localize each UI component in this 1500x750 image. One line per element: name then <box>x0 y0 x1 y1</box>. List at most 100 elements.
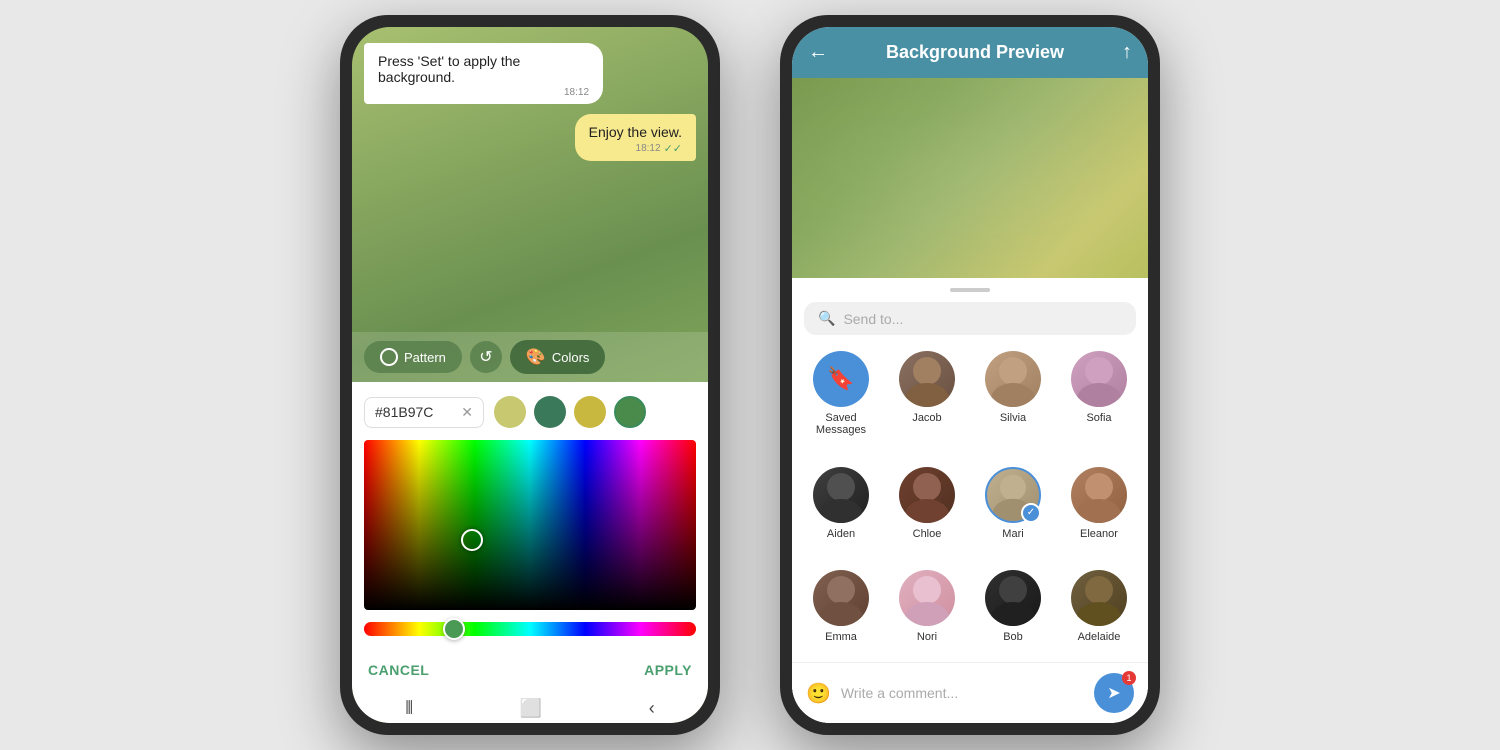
hue-slider[interactable] <box>364 622 696 636</box>
search-placeholder: Send to... <box>843 311 903 327</box>
share-button[interactable]: ↑ <box>1122 41 1132 64</box>
avatar-bob <box>985 570 1041 626</box>
check-mark-icon: ✓✓ <box>664 142 682 155</box>
avatar-wrap-sofia <box>1071 351 1127 407</box>
contact-name-emma: Emma <box>825 631 857 643</box>
swatch-4[interactable] <box>614 396 646 428</box>
hex-value: #81B97C <box>375 404 433 420</box>
preview-title: Background Preview <box>886 42 1064 63</box>
pattern-button[interactable]: Pattern <box>364 341 462 373</box>
contact-item-emma[interactable]: Emma <box>800 562 882 662</box>
avatar-wrap-bob <box>985 570 1041 626</box>
avatar-aiden <box>813 467 869 523</box>
contact-item-aiden[interactable]: Aiden <box>800 459 882 559</box>
pattern-icon <box>380 348 398 366</box>
bubble-received-text: Press 'Set' to apply the background. <box>378 53 520 85</box>
contact-item-adelaide[interactable]: Adelaide <box>1058 562 1140 662</box>
emoji-button[interactable]: 🙂 <box>806 681 831 706</box>
avatar-wrap-aiden <box>813 467 869 523</box>
avatar-wrap-mari: ✓ <box>985 467 1041 523</box>
avatar-wrap-chloe <box>899 467 955 523</box>
send-button[interactable]: ➤ 1 <box>1094 673 1134 713</box>
preset-swatches <box>494 396 646 428</box>
avatar-nori <box>899 570 955 626</box>
colors-button[interactable]: 🎨 Colors <box>510 340 606 374</box>
hex-clear-button[interactable]: ✕ <box>461 404 473 421</box>
colors-label: Colors <box>552 350 590 365</box>
contact-item-mari[interactable]: ✓ Mari <box>972 459 1054 559</box>
pattern-label: Pattern <box>404 350 446 365</box>
avatar-wrap-nori <box>899 570 955 626</box>
bubble-sent-time: 18:12 <box>636 143 661 154</box>
contact-name-bob: Bob <box>1003 631 1023 643</box>
contacts-grid: 🔖 Saved Messages Jacob <box>792 343 1148 662</box>
contact-item-eleanor[interactable]: Eleanor <box>1058 459 1140 559</box>
nav-bar: ⦀ ⬜ ‹ <box>352 690 708 723</box>
colors-icon: 🎨 <box>526 347 546 367</box>
avatar-wrap-emma <box>813 570 869 626</box>
color-toolbar: Pattern ↺ 🎨 Colors <box>352 332 708 382</box>
avatar-saved: 🔖 <box>813 351 869 407</box>
avatar-emma <box>813 570 869 626</box>
hex-input[interactable]: #81B97C ✕ <box>364 397 484 428</box>
contact-item-silvia[interactable]: Silvia <box>972 343 1054 455</box>
apply-button[interactable]: APPLY <box>644 662 692 678</box>
nav-back-icon[interactable]: ‹ <box>649 698 655 719</box>
contact-item-sofia[interactable]: Sofia <box>1058 343 1140 455</box>
cancel-button[interactable]: CANCEL <box>368 662 429 678</box>
avatar-adelaide <box>1071 570 1127 626</box>
contact-item-bob[interactable]: Bob <box>972 562 1054 662</box>
nav-home-icon[interactable]: ⬜ <box>520 698 542 719</box>
swatch-3[interactable] <box>574 396 606 428</box>
bottom-sheet: 🔍 Send to... 🔖 Saved Messages <box>792 278 1148 723</box>
avatar-sofia <box>1071 351 1127 407</box>
sheet-handle <box>950 288 990 292</box>
contact-name-sofia: Sofia <box>1086 412 1111 424</box>
bubble-sent-text: Enjoy the view. <box>589 124 682 140</box>
avatar-wrap-saved: 🔖 <box>813 351 869 407</box>
contact-name-adelaide: Adelaide <box>1078 631 1121 643</box>
hex-row: #81B97C ✕ <box>364 396 696 428</box>
picker-cursor <box>461 529 483 551</box>
color-actions: CANCEL APPLY <box>364 650 696 690</box>
avatar-jacob <box>899 351 955 407</box>
contact-name-nori: Nori <box>917 631 937 643</box>
avatar-chloe <box>899 467 955 523</box>
swatch-2[interactable] <box>534 396 566 428</box>
comment-input[interactable]: Write a comment... <box>841 685 1084 701</box>
contact-name-aiden: Aiden <box>827 528 855 540</box>
color-panel: #81B97C ✕ <box>352 382 708 690</box>
bubble-sent: Enjoy the view. 18:12 ✓✓ <box>575 114 696 161</box>
bubble-received: Press 'Set' to apply the background. 18:… <box>364 43 603 104</box>
comment-bar: 🙂 Write a comment... ➤ 1 <box>792 662 1148 723</box>
right-phone: ← Background Preview ↑ 🔍 Send to... 🔖 <box>780 15 1160 735</box>
send-icon: ➤ <box>1107 683 1120 703</box>
left-phone: Press 'Set' to apply the background. 18:… <box>340 15 720 735</box>
gradient-picker[interactable] <box>364 440 696 610</box>
avatar-silvia <box>985 351 1041 407</box>
hue-thumb <box>443 618 465 640</box>
refresh-button[interactable]: ↺ <box>470 341 502 373</box>
avatar-check-mari: ✓ <box>1021 503 1041 523</box>
search-bar[interactable]: 🔍 Send to... <box>804 302 1136 335</box>
bubble-received-time: 18:12 <box>564 87 589 98</box>
search-icon: 🔍 <box>818 310 835 327</box>
chat-area: Press 'Set' to apply the background. 18:… <box>352 27 708 332</box>
contact-name-eleanor: Eleanor <box>1080 528 1118 540</box>
nav-menu-icon[interactable]: ⦀ <box>405 698 413 719</box>
contact-item-saved[interactable]: 🔖 Saved Messages <box>800 343 882 455</box>
avatar-wrap-silvia <box>985 351 1041 407</box>
avatar-wrap-eleanor <box>1071 467 1127 523</box>
contact-name-chloe: Chloe <box>913 528 942 540</box>
contact-item-chloe[interactable]: Chloe <box>886 459 968 559</box>
back-button[interactable]: ← <box>808 41 828 64</box>
swatch-1[interactable] <box>494 396 526 428</box>
contact-item-nori[interactable]: Nori <box>886 562 968 662</box>
avatar-eleanor <box>1071 467 1127 523</box>
avatar-wrap-adelaide <box>1071 570 1127 626</box>
contact-item-jacob[interactable]: Jacob <box>886 343 968 455</box>
preview-background <box>792 78 1148 278</box>
contact-name-mari: Mari <box>1002 528 1023 540</box>
refresh-icon: ↺ <box>479 347 492 367</box>
contact-name-jacob: Jacob <box>912 412 941 424</box>
